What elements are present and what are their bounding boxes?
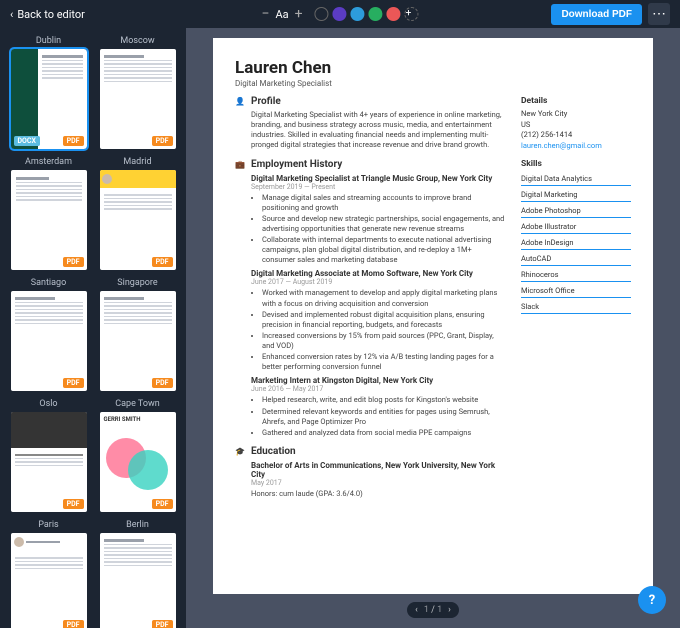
profile-text: Digital Marketing Specialist with 4+ yea… bbox=[235, 110, 505, 151]
edu-title: Bachelor of Arts in Communications, New … bbox=[235, 461, 505, 479]
template-card-amsterdam[interactable]: PDF bbox=[11, 170, 87, 270]
zoom-in-button[interactable]: + bbox=[295, 6, 303, 22]
zoom-label: Aa bbox=[275, 8, 288, 21]
color-none[interactable] bbox=[315, 7, 329, 21]
template-card-dublin[interactable]: PDF DOCX bbox=[11, 49, 87, 149]
skill-item: Adobe Photoshop bbox=[521, 204, 631, 218]
education-icon: 🎓 bbox=[235, 446, 245, 456]
more-menu-button[interactable]: ⋯ bbox=[648, 3, 670, 25]
skill-item: Digital Marketing bbox=[521, 188, 631, 202]
edu-dates: May 2017 bbox=[235, 479, 505, 487]
job-title: Digital Marketing Specialist at Triangle… bbox=[235, 174, 505, 183]
skill-item: Adobe Illustrator bbox=[521, 220, 631, 234]
job-bullets: Manage digital sales and streaming accou… bbox=[235, 193, 505, 266]
job-dates: June 2016 — May 2017 bbox=[235, 385, 505, 393]
skill-item: Slack bbox=[521, 300, 631, 314]
badge-pdf: PDF bbox=[152, 136, 173, 146]
badge-pdf: PDF bbox=[63, 620, 84, 628]
section-title-education: Education bbox=[251, 446, 296, 457]
details-heading: Details bbox=[521, 96, 631, 106]
skills-heading: Skills bbox=[521, 159, 631, 169]
section-title-employment: Employment History bbox=[251, 159, 342, 170]
color-swatch[interactable] bbox=[369, 7, 383, 21]
page-navigator: ‹ 1 / 1 › bbox=[407, 602, 459, 618]
download-pdf-button[interactable]: Download PDF bbox=[551, 4, 642, 25]
badge-pdf: PDF bbox=[63, 136, 84, 146]
badge-docx: DOCX bbox=[14, 136, 40, 146]
briefcase-icon: 💼 bbox=[235, 159, 245, 169]
template-label: Amsterdam bbox=[25, 157, 72, 167]
job-dates: September 2019 — Present bbox=[235, 183, 505, 191]
template-card-singapore[interactable]: PDF bbox=[100, 291, 176, 391]
back-label: Back to editor bbox=[17, 8, 85, 21]
resume-side-column: Details New York City US (212) 256-1414 … bbox=[521, 96, 631, 507]
template-card-madrid[interactable]: PDF bbox=[100, 170, 176, 270]
job-title: Digital Marketing Associate at Momo Soft… bbox=[235, 269, 505, 278]
job-title: Marketing Intern at Kingston Digital, Ne… bbox=[235, 376, 505, 385]
color-swatch[interactable] bbox=[387, 7, 401, 21]
skill-item: AutoCAD bbox=[521, 252, 631, 266]
skill-item: Adobe InDesign bbox=[521, 236, 631, 250]
template-sidebar[interactable]: Dublin PDF DOCX Moscow PDF Amsterdam PDF Madrid… bbox=[0, 28, 186, 628]
template-label: Berlin bbox=[126, 520, 149, 530]
badge-pdf: PDF bbox=[63, 378, 84, 388]
pager-prev[interactable]: ‹ bbox=[415, 605, 418, 615]
template-card-berlin[interactable]: PDF bbox=[100, 533, 176, 628]
template-label: Santiago bbox=[31, 278, 66, 288]
badge-pdf: PDF bbox=[63, 257, 84, 267]
zoom-controls: − Aa + bbox=[261, 6, 302, 22]
details-city: New York City bbox=[521, 109, 631, 120]
job-bullets: Worked with management to develop and ap… bbox=[235, 288, 505, 372]
preview-canvas: Lauren Chen Digital Marketing Specialist… bbox=[186, 28, 680, 628]
badge-pdf: PDF bbox=[152, 620, 173, 628]
template-card-cape-town[interactable]: GERRI SMITHPDF bbox=[100, 412, 176, 512]
main-area: Dublin PDF DOCX Moscow PDF Amsterdam PDF Madrid… bbox=[0, 28, 680, 628]
center-toolbar: − Aa + + bbox=[261, 6, 418, 22]
skill-item: Digital Data Analytics bbox=[521, 172, 631, 186]
chevron-left-icon: ‹ bbox=[10, 8, 13, 21]
color-picker: + bbox=[315, 7, 419, 21]
details-phone: (212) 256-1414 bbox=[521, 130, 631, 141]
badge-pdf: PDF bbox=[152, 499, 173, 509]
pager-status: 1 / 1 bbox=[424, 605, 442, 615]
badge-pdf: PDF bbox=[63, 499, 84, 509]
help-button[interactable]: ? bbox=[638, 586, 666, 614]
resume-page: Lauren Chen Digital Marketing Specialist… bbox=[213, 38, 653, 594]
section-title-profile: Profile bbox=[251, 96, 281, 107]
edu-note: Honors: cum laude (GPA: 3.6/4.0) bbox=[235, 489, 505, 499]
resume-main-column: 👤 Profile Digital Marketing Specialist wi… bbox=[235, 96, 505, 507]
details-country: US bbox=[521, 120, 631, 131]
resume-name: Lauren Chen bbox=[235, 58, 631, 78]
template-label: Madrid bbox=[123, 157, 151, 167]
template-card-oslo[interactable]: PDF bbox=[11, 412, 87, 512]
template-label: Dublin bbox=[36, 36, 61, 46]
resume-role: Digital Marketing Specialist bbox=[235, 79, 631, 88]
template-label: Oslo bbox=[39, 399, 57, 409]
back-to-editor-link[interactable]: ‹ Back to editor bbox=[10, 8, 85, 21]
color-add[interactable]: + bbox=[405, 7, 419, 21]
profile-icon: 👤 bbox=[235, 97, 245, 107]
template-label: Paris bbox=[38, 520, 58, 530]
template-card-paris[interactable]: PDF bbox=[11, 533, 87, 628]
template-card-moscow[interactable]: PDF bbox=[100, 49, 176, 149]
template-label: Moscow bbox=[120, 36, 154, 46]
color-swatch[interactable] bbox=[333, 7, 347, 21]
job-bullets: Helped research, write, and edit blog po… bbox=[235, 395, 505, 438]
skill-item: Microsoft Office bbox=[521, 284, 631, 298]
template-card-santiago[interactable]: PDF bbox=[11, 291, 87, 391]
job-dates: June 2017 — August 2019 bbox=[235, 278, 505, 286]
pager-next[interactable]: › bbox=[448, 605, 451, 615]
right-toolbar: Download PDF ⋯ bbox=[551, 3, 670, 25]
template-label: Singapore bbox=[117, 278, 157, 288]
topbar: ‹ Back to editor − Aa + + Download PDF ⋯ bbox=[0, 0, 680, 28]
color-swatch[interactable] bbox=[351, 7, 365, 21]
details-email: lauren.chen@gmail.com bbox=[521, 141, 631, 152]
badge-pdf: PDF bbox=[152, 378, 173, 388]
zoom-out-button[interactable]: − bbox=[261, 6, 269, 22]
badge-pdf: PDF bbox=[152, 257, 173, 267]
skill-item: Rhinoceros bbox=[521, 268, 631, 282]
template-label: Cape Town bbox=[115, 399, 159, 409]
